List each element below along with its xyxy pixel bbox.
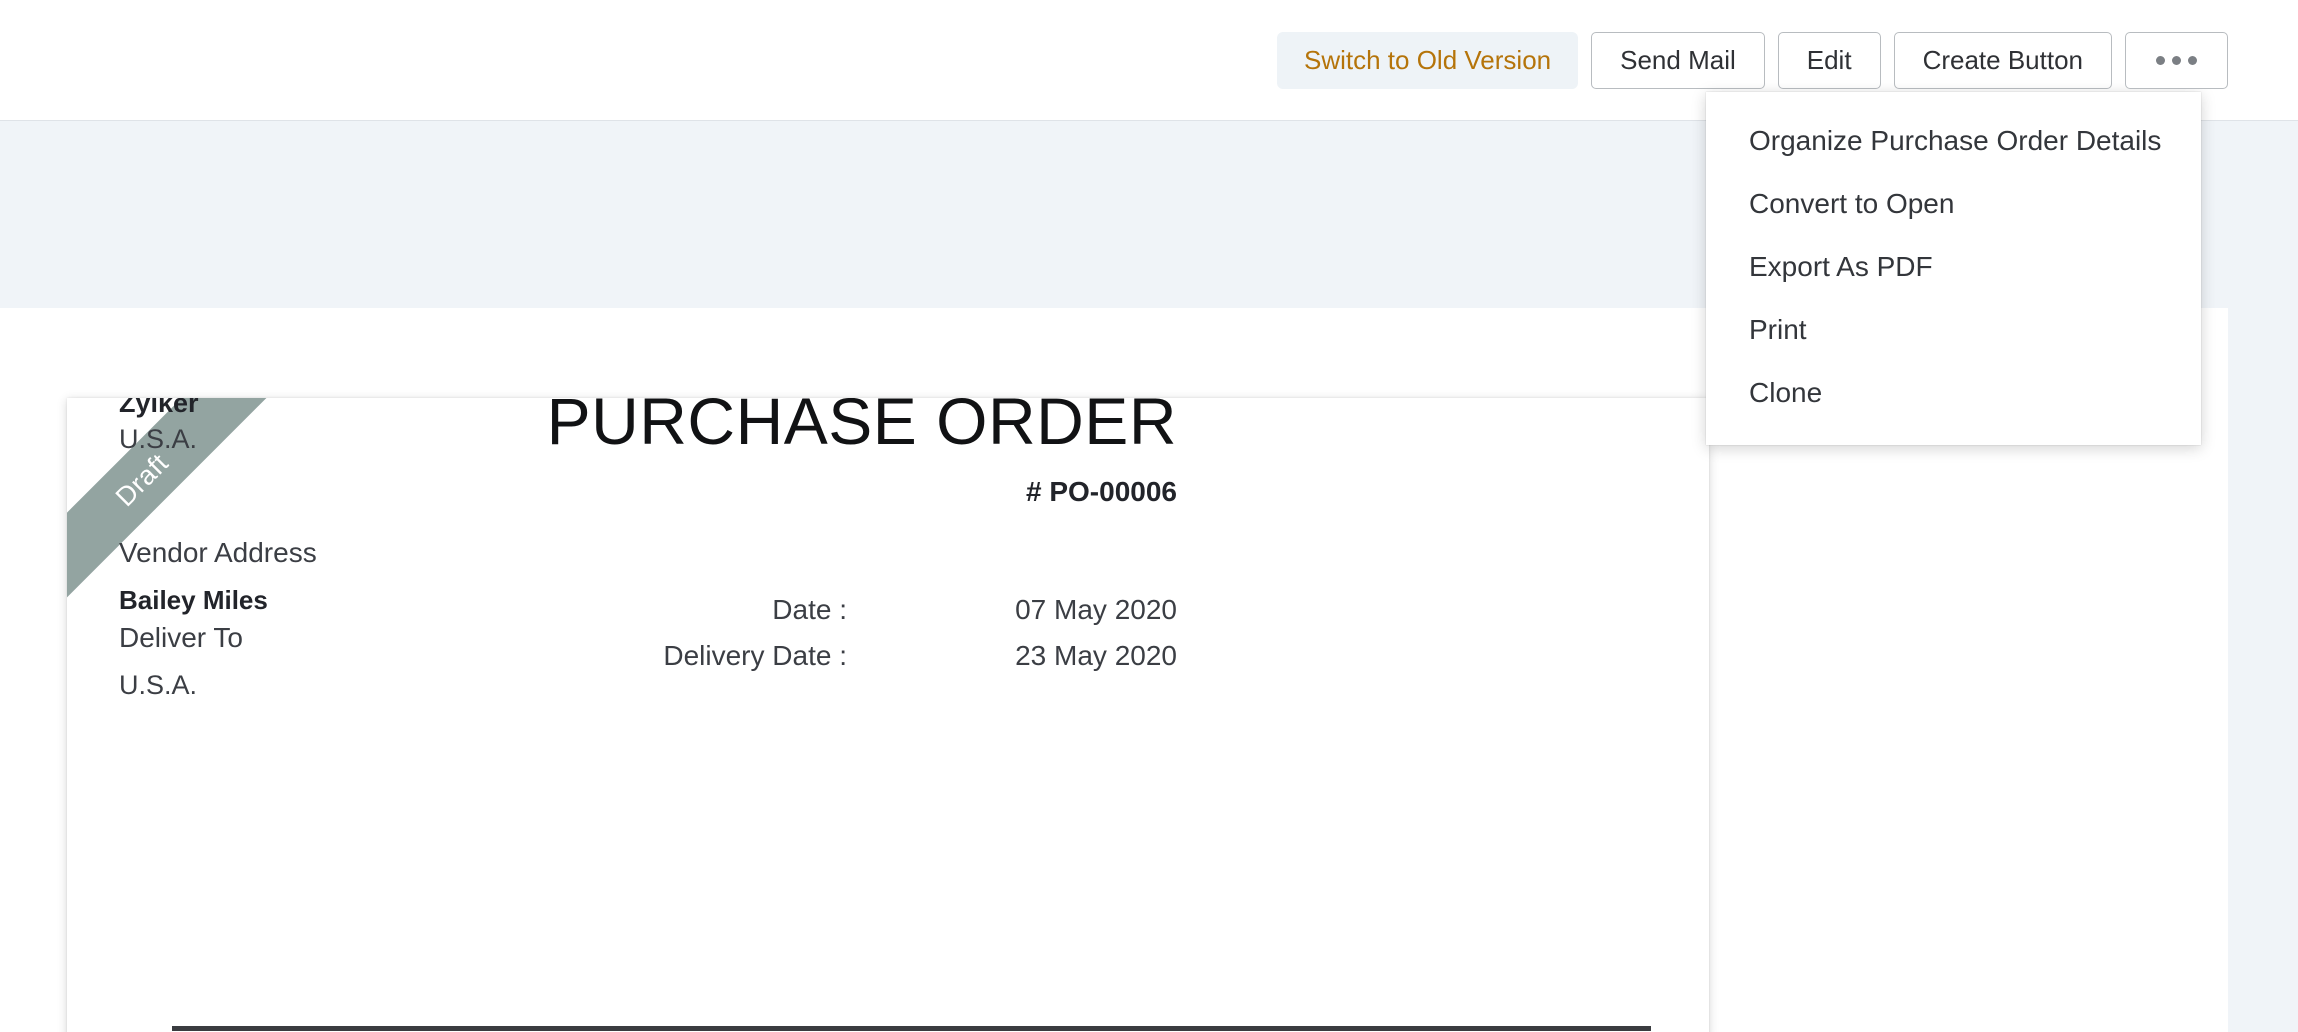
delivery-date-label: Delivery Date :	[663, 640, 847, 671]
ellipsis-icon	[2156, 55, 2197, 65]
date-value: 07 May 2020	[1015, 594, 1177, 625]
vendor-address-block: Vendor Address Bailey Miles	[119, 533, 317, 619]
delivery-date-value: 23 May 2020	[1015, 640, 1177, 671]
menu-item-export-as-pdf[interactable]: Export As PDF	[1706, 236, 2201, 299]
send-mail-button[interactable]: Send Mail	[1591, 31, 1765, 89]
vendor-address-label: Vendor Address	[119, 537, 317, 568]
company-country: U.S.A.	[119, 424, 198, 455]
more-actions-menu: Organize Purchase Order Details Convert …	[1706, 92, 2201, 445]
deliver-to-label: Deliver To	[119, 622, 243, 653]
create-button[interactable]: Create Button	[1893, 31, 2112, 89]
menu-item-clone[interactable]: Clone	[1706, 362, 2201, 425]
page-title: PURCHASE ORDER	[546, 398, 1177, 458]
more-actions-button[interactable]	[2125, 31, 2228, 89]
switch-to-old-version-button[interactable]: Switch to Old Version	[1277, 31, 1579, 89]
purchase-order-body: Draft PURCHASE ORDER # PO-00006 Zylker U…	[67, 398, 1709, 1032]
purchase-order-card: Draft PURCHASE ORDER # PO-00006 Zylker U…	[67, 398, 1709, 1032]
document-meta-table: Date : 07 May 2020 Delivery Date : 23 Ma…	[517, 594, 1177, 686]
purchase-order-number: # PO-00006	[1026, 476, 1177, 507]
date-label: Date :	[772, 594, 847, 625]
menu-item-convert-to-open[interactable]: Convert to Open	[1706, 173, 2201, 236]
app-root: Switch to Old Version Send Mail Edit Cre…	[0, 0, 2298, 1032]
meta-row-delivery-date: Delivery Date : 23 May 2020	[517, 640, 1177, 672]
vendor-address-value: Bailey Miles	[119, 585, 268, 616]
company-name: Zylker	[119, 398, 199, 418]
deliver-to-value: U.S.A.	[119, 670, 198, 701]
menu-item-print[interactable]: Print	[1706, 299, 2201, 362]
deliver-to-block: Deliver To U.S.A.	[119, 618, 243, 705]
menu-item-organize-purchase-order-details[interactable]: Organize Purchase Order Details	[1706, 110, 2201, 173]
edit-button[interactable]: Edit	[1777, 31, 1881, 89]
items-table-divider	[172, 1026, 1651, 1031]
right-rail	[2228, 308, 2298, 1032]
company-block: Zylker U.S.A.	[119, 398, 199, 458]
document-title-block: PURCHASE ORDER # PO-00006	[67, 398, 1709, 508]
meta-row-date: Date : 07 May 2020	[517, 594, 1177, 626]
